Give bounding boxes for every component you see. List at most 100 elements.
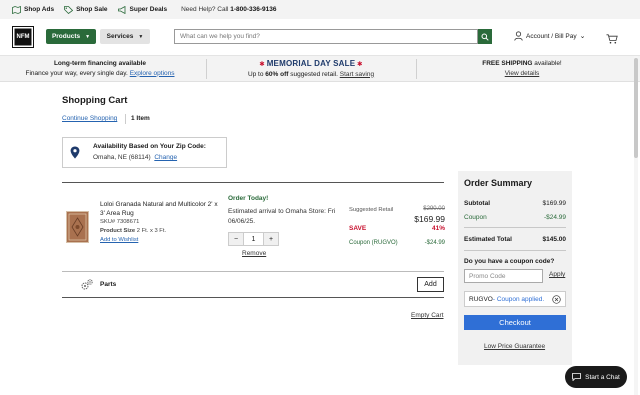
- sale-pct: 60% off: [265, 70, 289, 78]
- zip-location: Omaha, NE (68114) Change: [93, 154, 177, 161]
- sale-promo: ✱ MEMORIAL DAY SALE ✱ Up to 60% off sugg…: [207, 59, 415, 79]
- chevron-down-icon: ⌄: [579, 33, 586, 40]
- empty-cart-link[interactable]: Empty Cart: [411, 312, 444, 319]
- order-today-label: Order Today!: [228, 195, 269, 202]
- total-row: Estimated Total $145.00: [464, 236, 566, 243]
- cart-divider-mid: [62, 271, 444, 272]
- user-icon: [514, 31, 523, 41]
- coupon-question-text: Do you have a coupon code?: [464, 258, 555, 265]
- site-header: NFM Products ▼ Services ▼ What can we he…: [0, 19, 640, 56]
- start-chat-button[interactable]: Start a Chat: [565, 366, 627, 388]
- zip-title: Availability Based on Your Zip Code:: [93, 143, 206, 150]
- chevron-down-icon: ▼: [85, 33, 91, 40]
- product-sku: SKU# 7308671: [100, 218, 218, 227]
- product-size: Product Size 2 Ft. x 3 Ft.: [100, 227, 218, 236]
- services-label: Services: [106, 33, 134, 40]
- shop-ads-link[interactable]: Shop Ads: [12, 5, 55, 14]
- apply-button[interactable]: Apply: [549, 271, 565, 278]
- divider: [464, 250, 566, 251]
- item-coupon-label: Coupon (RUGVO): [349, 240, 398, 246]
- total-label: Estimated Total: [464, 236, 512, 243]
- start-saving-link[interactable]: Start saving: [340, 71, 374, 78]
- financing-sub: Finance your way, every single day.: [25, 69, 128, 77]
- sale-title: MEMORIAL DAY SALE: [266, 59, 356, 68]
- shop-sale-label: Shop Sale: [76, 6, 108, 13]
- coupon-row: Coupon -$24.99: [464, 214, 566, 221]
- cart-icon[interactable]: [606, 31, 618, 49]
- financing-promo: Long-term financing available Finance yo…: [0, 59, 200, 78]
- size-value: 2 Ft. x 3 Ft.: [135, 228, 167, 234]
- cart-divider-bottom: [62, 297, 444, 298]
- star-icon: ✱: [357, 61, 363, 68]
- cart-divider-top: [62, 182, 444, 183]
- scrollbar-thumb[interactable]: [634, 58, 638, 158]
- suggested-retail-label: Suggested Retail: [349, 207, 394, 213]
- super-deals-link[interactable]: Super Deals: [117, 5, 168, 14]
- product-info: Loloi Granada Natural and Multicolor 2' …: [100, 200, 218, 245]
- remove-coupon-button[interactable]: [552, 295, 561, 306]
- super-deals-label: Super Deals: [129, 6, 168, 13]
- summary-title: Order Summary: [464, 178, 533, 188]
- help-text: Need Help? Call 1-800-336-9136: [181, 6, 276, 13]
- search-icon: [481, 33, 489, 41]
- ship-title: FREE SHIPPING: [482, 60, 533, 67]
- shop-ads-label: Shop Ads: [24, 6, 55, 13]
- size-label: Product Size: [100, 228, 136, 234]
- item-count: 1 Item: [131, 115, 150, 122]
- map-icon: [12, 5, 21, 14]
- order-summary: Order Summary Subtotal $169.99 Coupon -$…: [458, 171, 572, 365]
- sale-pre: Up to: [247, 70, 266, 78]
- megaphone-icon: [117, 5, 125, 14]
- save-label: SAVE: [349, 225, 367, 232]
- services-menu-button[interactable]: Services ▼: [100, 29, 150, 44]
- account-menu[interactable]: Account / Bill Pay ⌄: [514, 31, 585, 41]
- location-pin-icon: [70, 146, 80, 164]
- parts-label: Parts: [100, 281, 117, 288]
- chevron-down-icon: ▼: [138, 33, 144, 40]
- increase-quantity-button[interactable]: +: [264, 233, 278, 245]
- item-price: $169.99: [414, 214, 445, 224]
- checkout-button[interactable]: Checkout: [464, 315, 566, 330]
- utility-bar: Shop Ads Shop Sale Super Deals Need Help…: [0, 0, 640, 19]
- applied-coupon: RUGVO - Coupon applied.: [464, 291, 566, 307]
- promo-strip: Long-term financing available Finance yo…: [0, 56, 640, 82]
- quantity-input[interactable]: 1: [243, 233, 264, 245]
- continue-shopping-link[interactable]: Continue Shopping: [62, 115, 117, 122]
- divider: [464, 227, 566, 228]
- remove-item-link[interactable]: Remove: [242, 250, 266, 257]
- financing-title: Long-term financing available: [53, 60, 147, 67]
- product-image[interactable]: [66, 211, 89, 243]
- page-title: Shopping Cart: [62, 95, 128, 106]
- ship-suffix: available!: [532, 60, 562, 67]
- subtotal-label: Subtotal: [464, 200, 490, 207]
- help-phone[interactable]: 1-800-336-9136: [230, 6, 276, 13]
- chat-icon: [572, 373, 582, 381]
- zip-change-link[interactable]: Change: [154, 154, 177, 161]
- gears-icon: [80, 278, 94, 296]
- add-parts-button[interactable]: Add: [417, 277, 444, 292]
- sale-post: suggested retail.: [288, 70, 338, 78]
- quantity-stepper: − 1 +: [228, 232, 279, 246]
- save-value: 41%: [431, 225, 445, 232]
- subtotal-row: Subtotal $169.99: [464, 200, 566, 207]
- product-name[interactable]: Loloi Granada Natural and Multicolor 2' …: [100, 200, 218, 218]
- add-to-wishlist-link[interactable]: Add to Wishlist: [100, 237, 138, 243]
- nfm-logo[interactable]: NFM: [12, 26, 34, 48]
- view-details-link[interactable]: View details: [505, 70, 540, 77]
- low-price-guarantee-link[interactable]: Low Price Guarantee: [484, 343, 545, 350]
- suggested-retail-value: $290.00: [423, 206, 445, 212]
- promo-code-input[interactable]: Promo Code: [464, 269, 543, 283]
- shop-sale-link[interactable]: Shop Sale: [64, 5, 108, 14]
- divider: [125, 114, 126, 124]
- coupon-label: Coupon: [464, 214, 487, 221]
- sku-label: SKU#: [100, 219, 117, 225]
- star-icon: ✱: [259, 61, 265, 68]
- account-label: Account / Bill Pay: [526, 32, 577, 40]
- explore-options-link[interactable]: Explore options: [130, 70, 175, 77]
- search-input[interactable]: What can we help you find?: [174, 29, 478, 44]
- decrease-quantity-button[interactable]: −: [229, 233, 243, 245]
- item-coupon-value: -$24.99: [424, 240, 445, 246]
- products-menu-button[interactable]: Products ▼: [46, 29, 96, 44]
- search-button[interactable]: [478, 29, 492, 44]
- coupon-question: Do you have a coupon code?: [464, 258, 566, 265]
